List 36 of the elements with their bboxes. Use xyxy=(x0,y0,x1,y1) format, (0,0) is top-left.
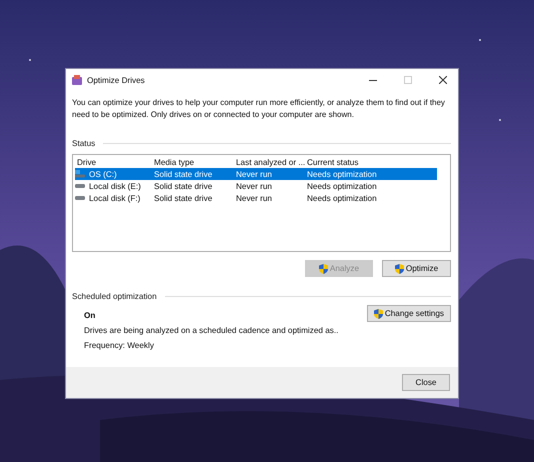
section-heading: Status xyxy=(72,139,96,148)
drive-name: Local disk (F:) xyxy=(88,194,140,202)
drive-row[interactable]: Local disk (F:) Solid state drive Never run Needs optimization xyxy=(75,192,437,204)
drive-name: OS (C:) xyxy=(88,170,117,178)
shield-icon xyxy=(374,308,383,318)
shield-icon xyxy=(394,264,404,274)
description-text: You can optimize your drives to help your computer run more efficiently, or analyze them to find out if they need to be optimized. Only drives on or connected to your computer are shown. xyxy=(72,97,446,121)
last-analyzed: Never run xyxy=(235,182,273,190)
media-type: Solid state drive xyxy=(153,194,214,202)
drive-row[interactable]: Local disk (E:) Solid state drive Never run Needs optimization xyxy=(75,180,437,192)
shield-icon xyxy=(318,264,328,274)
schedule-detail: Drives are being analyzed on a scheduled cadence and optimized as.. xyxy=(84,326,338,335)
column-header[interactable]: Media type xyxy=(152,158,234,166)
maximize-icon xyxy=(404,76,412,84)
last-analyzed: Never run xyxy=(235,194,273,202)
schedule-frequency: Frequency: Weekly xyxy=(84,341,155,350)
drive-icon xyxy=(75,170,85,178)
media-type: Solid state drive xyxy=(153,182,214,190)
current-status: Needs optimization xyxy=(306,170,378,178)
media-type: Solid state drive xyxy=(153,170,214,178)
drive-name: Local disk (E:) xyxy=(88,182,141,190)
column-header[interactable]: Current status xyxy=(305,158,405,166)
app-icon xyxy=(72,75,82,85)
window-title: Optimize Drives xyxy=(87,76,146,84)
change-settings-button[interactable]: Change settings xyxy=(366,305,451,322)
column-header[interactable]: Last analyzed or ... xyxy=(234,158,305,166)
last-analyzed: Never run xyxy=(235,170,273,178)
close-dialog-button[interactable]: Close xyxy=(402,374,450,391)
section-heading: Scheduled optimization xyxy=(72,292,157,301)
close-icon xyxy=(439,76,447,84)
column-header[interactable]: Drive xyxy=(75,158,152,166)
current-status: Needs optimization xyxy=(306,182,378,190)
schedule-state: On xyxy=(84,311,96,320)
drive-row[interactable]: OS (C:) Solid state drive Never run Needs optimization xyxy=(75,168,437,180)
optimize-button[interactable]: Optimize xyxy=(382,260,451,277)
current-status: Needs optimization xyxy=(306,194,378,202)
